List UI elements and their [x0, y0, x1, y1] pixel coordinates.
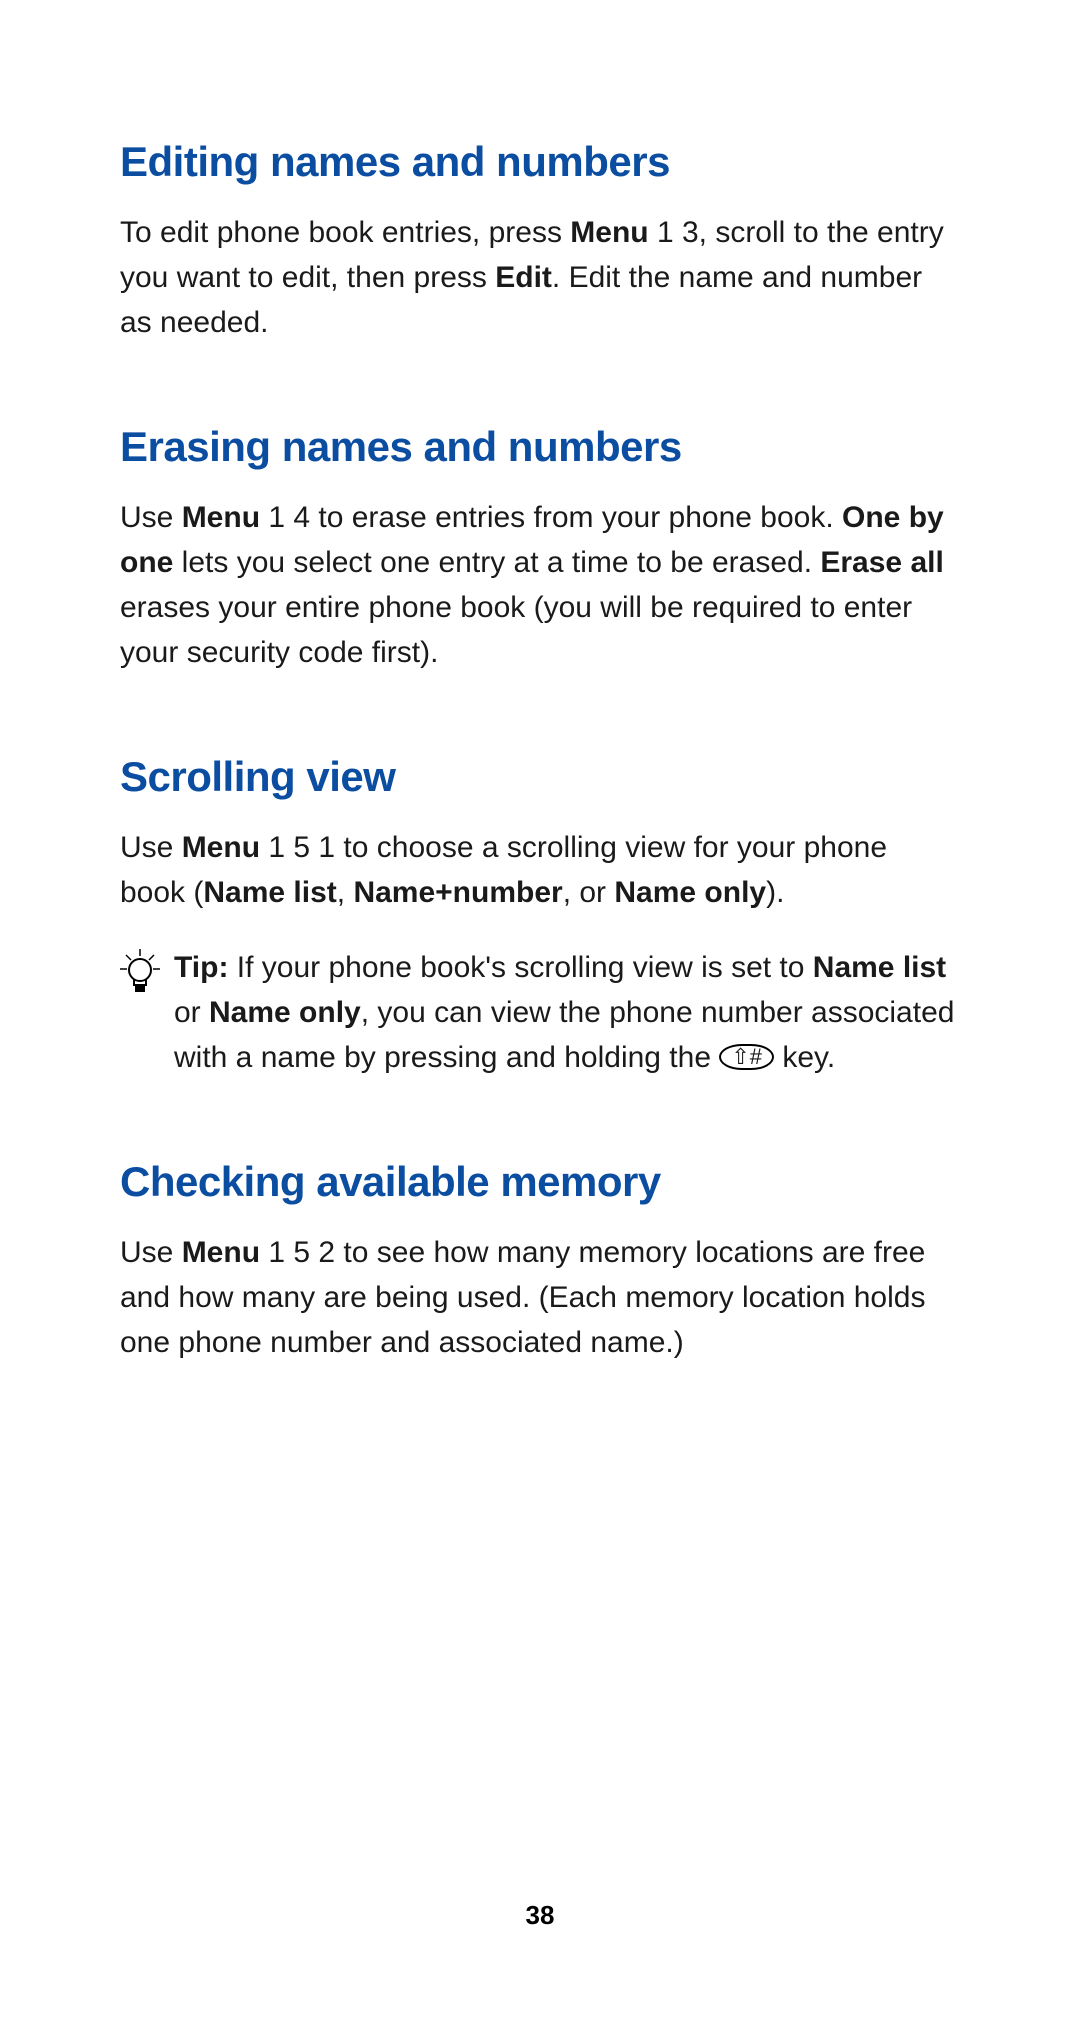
tip-text: Tip: If your phone book's scrolling view… [174, 945, 960, 1080]
heading-scrolling: Scrolling view [120, 753, 960, 801]
page-number: 38 [0, 1900, 1080, 1931]
section-editing: Editing names and numbers To edit phone … [120, 138, 960, 345]
section-scrolling: Scrolling view Use Menu 1 5 1 to choose … [120, 753, 960, 1080]
heading-memory: Checking available memory [120, 1158, 960, 1206]
section-erasing: Erasing names and numbers Use Menu 1 4 t… [120, 423, 960, 675]
hash-key-icon: ⇧# [719, 1044, 774, 1070]
section-memory: Checking available memory Use Menu 1 5 2… [120, 1158, 960, 1365]
document-page: Editing names and numbers To edit phone … [0, 0, 1080, 1365]
heading-editing: Editing names and numbers [120, 138, 960, 186]
heading-erasing: Erasing names and numbers [120, 423, 960, 471]
paragraph-erasing: Use Menu 1 4 to erase entries from your … [120, 495, 960, 675]
paragraph-editing: To edit phone book entries, press Menu 1… [120, 210, 960, 345]
paragraph-memory: Use Menu 1 5 2 to see how many memory lo… [120, 1230, 960, 1365]
tip-block: Tip: If your phone book's scrolling view… [120, 945, 960, 1080]
paragraph-scrolling: Use Menu 1 5 1 to choose a scrolling vie… [120, 825, 960, 915]
lightbulb-icon [120, 949, 160, 997]
